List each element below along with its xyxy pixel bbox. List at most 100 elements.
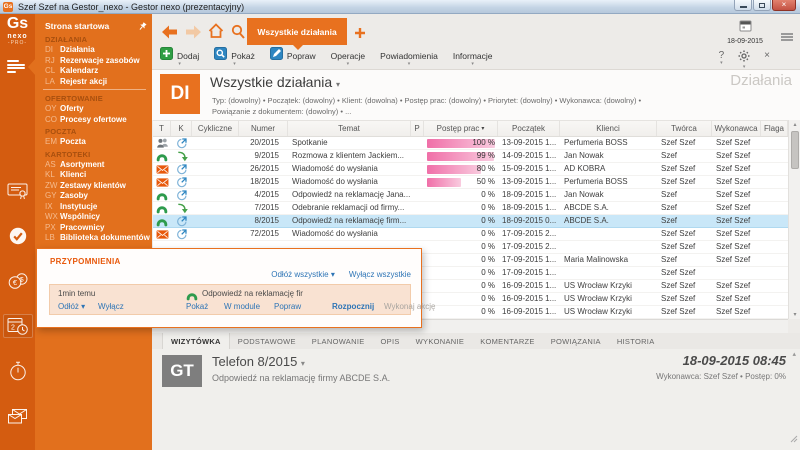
ribbon-toolbar: Dodaj▾ Pokaż▾ Popraw Operacje▾ Powiadomienia…: [152, 46, 800, 70]
cell-p: [411, 176, 424, 188]
back-icon[interactable]: [161, 25, 178, 44]
popraw-button[interactable]: Popraw: [270, 49, 316, 67]
tab-planowanie[interactable]: PLANOWANIE: [304, 333, 373, 349]
tab-podstawowe[interactable]: PODSTAWOWE: [230, 333, 304, 349]
sidebar-item-wx[interactable]: WXWspólnicy: [35, 212, 152, 223]
scrollbar-thumb[interactable]: [791, 131, 799, 169]
title-bar[interactable]: Gs Szef Szef na Gestor_nexo - Gestor nex…: [0, 0, 800, 14]
cell-poczatek: 18-09-2015 1...: [498, 202, 560, 214]
column-header-temat[interactable]: Temat: [288, 121, 411, 136]
search-icon[interactable]: [231, 24, 245, 44]
tasks-check-icon[interactable]: [3, 224, 33, 248]
table-row[interactable]: 9/2015Rozmowa z klientem Jackiem...99 %1…: [153, 150, 788, 163]
forward-icon[interactable]: [185, 25, 202, 44]
column-header-wykonawca[interactable]: Wykonawca: [712, 121, 761, 136]
tab-powiązania[interactable]: POWIĄZANIA: [543, 333, 609, 349]
table-row[interactable]: 72/2015Wiadomość do wysłania0 %17-09-201…: [153, 228, 788, 241]
sidebar-item-em[interactable]: EMPoczta: [35, 137, 152, 148]
cell-poczatek: 18-09-2015 1...: [498, 189, 560, 201]
sidebar-item-kl[interactable]: KLKlienci: [35, 170, 152, 181]
sidebar-item-ix[interactable]: IXInstytucje: [35, 202, 152, 213]
sidebar-item-la[interactable]: LARejestr akcji: [35, 77, 152, 88]
close-button[interactable]: ×: [772, 0, 796, 11]
column-header-cykliczne[interactable]: Cykliczne: [192, 121, 239, 136]
column-header-p[interactable]: P: [411, 121, 424, 136]
column-header-postep[interactable]: Postęp prac▾: [424, 121, 498, 136]
cell-numer: 20/2015: [239, 137, 288, 149]
sidebar-item-di[interactable]: DIDziałania: [35, 45, 152, 56]
column-header-tworca[interactable]: Twórca: [657, 121, 712, 136]
reminder-link-rozpocznij[interactable]: Rozpocznij: [332, 302, 374, 311]
table-row[interactable]: 20/2015Spotkanie100 %13-09-2015 1...Perf…: [153, 137, 788, 150]
pokaż-button[interactable]: Pokaż▾: [214, 49, 255, 67]
table-row[interactable]: 7/2015Odebranie reklamacji od firmy...0 …: [153, 202, 788, 215]
detail-title[interactable]: Telefon 8/2015 ▾: [212, 354, 305, 369]
license-icon[interactable]: [3, 179, 33, 203]
reminder-link-wyłącz[interactable]: Wyłącz: [98, 302, 124, 311]
timer-icon[interactable]: [3, 359, 33, 383]
powiadomienia-button[interactable]: Powiadomienia▾: [380, 49, 438, 67]
reminder-item: 1min temu Odpowiedź na reklamację fir Od…: [49, 284, 411, 315]
sidebar-item-rj[interactable]: RJRezerwacje zasobów: [35, 56, 152, 67]
sidebar-item-oy[interactable]: OYOferty: [35, 104, 152, 115]
column-header-klienci[interactable]: Klienci: [560, 121, 657, 136]
settings-button[interactable]: ▾: [738, 50, 750, 69]
sidebar-item-lb[interactable]: LBBiblioteka dokumentów: [35, 233, 152, 244]
operacje-button[interactable]: Operacje▾: [331, 49, 366, 67]
cell-flaga: [761, 215, 788, 227]
tab-wizytówka[interactable]: WIZYTÓWKA: [162, 333, 230, 349]
column-header-k[interactable]: K: [171, 121, 192, 136]
dodaj-button[interactable]: Dodaj▾: [160, 49, 199, 67]
table-row[interactable]: 8/2015Odpowiedź na reklamację firm...0 %…: [153, 215, 788, 228]
sidebar-item-zw[interactable]: ZWZestawy klientów: [35, 181, 152, 192]
home-icon[interactable]: [208, 23, 224, 44]
sidebar-item-gy[interactable]: GYZasoby: [35, 191, 152, 202]
table-row[interactable]: 26/2015Wiadomość do wysłania80 %15-09-20…: [153, 163, 788, 176]
restore-button[interactable]: [753, 0, 771, 11]
filter-summary-line1[interactable]: Typ: (dowolny) • Początek: (dowolny) • K…: [212, 96, 641, 105]
tab-komentarze[interactable]: KOMENTARZE: [472, 333, 543, 349]
sidebar-item-as[interactable]: ASAsortyment: [35, 160, 152, 171]
tab-wykonanie[interactable]: WYKONANIE: [408, 333, 473, 349]
table-row[interactable]: 4/2015Odpowiedź na reklamację Jana...0 %…: [153, 189, 788, 202]
resize-grip[interactable]: [790, 430, 798, 448]
help-button[interactable]: ?▾: [719, 50, 725, 65]
pin-icon[interactable]: [138, 22, 147, 34]
view-title[interactable]: Wszystkie działania ▾: [210, 74, 340, 90]
reminder-link-pokaż[interactable]: Pokaż: [186, 302, 208, 311]
sidebar-item-cl[interactable]: CLKalendarz: [35, 66, 152, 77]
tab-wszystkie-dzialania[interactable]: Wszystkie działania: [247, 18, 347, 45]
tab-historia[interactable]: HISTORIA: [609, 333, 663, 349]
sidebar-item-strona-startowa[interactable]: Strona startowa: [35, 21, 152, 33]
cell-tworca: Szef Szef: [657, 267, 712, 279]
column-header-poczatek[interactable]: Początek: [498, 121, 560, 136]
reminder-link-w-module[interactable]: W module: [224, 302, 260, 311]
column-header-numer[interactable]: Numer: [239, 121, 288, 136]
add-tab-icon[interactable]: [354, 26, 366, 44]
layout-menu-icon[interactable]: [781, 33, 793, 42]
filter-summary-line2[interactable]: Powiązanie z dokumentem: (dowolny) • ...: [212, 107, 351, 116]
menu-burger-icon[interactable]: [7, 60, 27, 75]
column-header-t[interactable]: T: [153, 121, 171, 136]
cell-flaga: [761, 202, 788, 214]
sidebar-item-px[interactable]: PXPracownicy: [35, 223, 152, 234]
table-row[interactable]: 18/2015Wiadomość do wysłania50 %13-09-20…: [153, 176, 788, 189]
minimize-button[interactable]: [734, 0, 752, 11]
finances-icon[interactable]: $€: [3, 269, 33, 293]
reminder-link-popraw[interactable]: Popraw: [274, 302, 301, 311]
vertical-scrollbar[interactable]: ▴ ▾: [788, 120, 800, 319]
close-view-button[interactable]: ×: [764, 50, 770, 65]
mail-stack-icon[interactable]: [3, 404, 33, 428]
reminder-link-odłóż-wszystkie[interactable]: Odłóż wszystkie ▾: [271, 270, 335, 279]
tab-opis[interactable]: OPIS: [373, 333, 408, 349]
reminder-link-wyłącz-wszystkie[interactable]: Wyłącz wszystkie: [349, 270, 411, 279]
scroll-up-icon[interactable]: ▴: [789, 121, 800, 128]
scroll-down-icon[interactable]: ▾: [789, 311, 800, 318]
column-header-flaga[interactable]: Flaga: [761, 121, 788, 136]
planner-icon[interactable]: 2: [3, 314, 33, 338]
reminder-link-odłóż[interactable]: Odłóż ▾: [58, 302, 85, 311]
sidebar-item-co[interactable]: COProcesy ofertowe: [35, 115, 152, 126]
cell-numer: 72/2015: [239, 228, 288, 240]
collapse-panel-icon[interactable]: ▴: [792, 350, 796, 358]
informacje-button[interactable]: Informacje▾: [453, 49, 493, 67]
